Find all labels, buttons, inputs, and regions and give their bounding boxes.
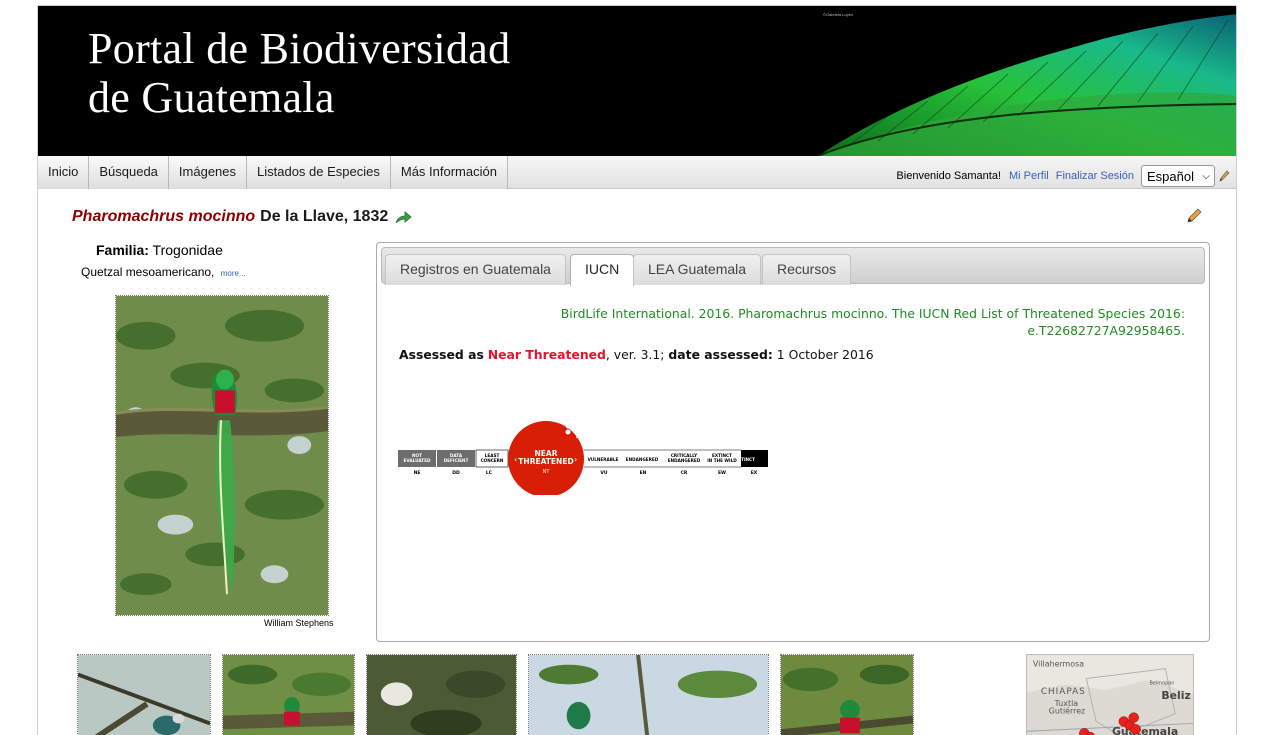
map-label-villahermosa: Villahermosa <box>1033 660 1084 669</box>
parent-taxon-arrow-icon[interactable] <box>394 208 412 226</box>
status-label: Near Threatened <box>487 347 606 362</box>
date-value: 1 October 2016 <box>776 347 874 362</box>
more-vernaculars-link[interactable]: more... <box>221 269 246 278</box>
scale-label-lc-2: CONCERN <box>481 458 504 463</box>
thumbnail-image[interactable] <box>222 654 355 735</box>
iucn-red-list-scale: NOT EVALUATED DATA DEFICIENT EXTINCT LEA… <box>398 421 768 495</box>
iucn-citation[interactable]: BirdLife International. 2016. Pharomachr… <box>485 305 1185 339</box>
scale-code-dd: DD <box>452 470 460 476</box>
species-heading: Pharomachrus mocinno De la Llave, 1832 <box>72 208 412 226</box>
tab-recursos[interactable]: Recursos <box>762 254 852 285</box>
assessment-line: Assessed as Near Threatened, ver. 3.1; d… <box>399 347 874 362</box>
edit-pencil-icon[interactable] <box>1186 208 1202 224</box>
scale-label-dd-2: DEFICIENT <box>444 458 469 463</box>
scale-label-ne-2: EVALUATED <box>404 458 431 463</box>
pencil-icon[interactable] <box>1218 169 1230 183</box>
distribution-map[interactable]: Villahermosa CHIAPAS Tuxtla Gutiérrez Be… <box>1026 654 1194 735</box>
scale-code-ne: NE <box>414 470 421 476</box>
family-name: Trogonidae <box>152 242 223 258</box>
taxon-author: De la Llave, 1832 <box>260 208 389 225</box>
scale-label-nt-2: THREATENED <box>518 457 573 466</box>
nav-listados-de-especies[interactable]: Listados de Especies <box>247 156 391 189</box>
site-title-line1: Portal de Biodiversidad <box>88 24 511 73</box>
scale-label-vu-1: VULNERABLE <box>588 457 619 462</box>
date-label: date assessed: <box>668 347 773 362</box>
nav-mas-informacion[interactable]: Más Información <box>390 156 508 189</box>
map-label-chiapas: CHIAPAS <box>1041 687 1086 697</box>
user-bar: Bienvenido Samanta! Mi Perfil Finalizar … <box>896 165 1230 187</box>
welcome-text: Bienvenido Samanta! <box>896 170 1001 182</box>
nav-busqueda[interactable]: Búsqueda <box>89 156 169 189</box>
citation-line1: BirdLife International. 2016. Pharomachr… <box>560 306 1185 321</box>
tab-bar: Registros en Guatemala IUCN LEA Guatemal… <box>381 247 1205 286</box>
tab-registros-en-guatemala[interactable]: Registros en Guatemala <box>385 254 566 285</box>
scale-code-cr: CR <box>681 470 688 476</box>
scale-left-chevron-icon: ‹ <box>514 455 517 464</box>
my-profile-link[interactable]: Mi Perfil <box>1009 170 1049 182</box>
scale-code-ew: EW <box>718 470 726 476</box>
photo-credit: William Stephens <box>264 618 334 628</box>
citation-line2: e.T22682727A92958465. <box>1027 323 1185 338</box>
nav-imagenes[interactable]: Imágenes <box>168 156 248 189</box>
version-text: , ver. 3.1; <box>605 347 665 362</box>
common-name-line: Quetzal mesoamericano, more... <box>81 265 246 279</box>
assessed-prefix: Assessed as <box>399 347 484 362</box>
scale-label-ex-1: EXTINCT <box>735 457 755 462</box>
map-label-gutierrez: Gutiérrez <box>1049 706 1085 716</box>
scale-label-ew-2: IN THE WILD <box>707 458 737 463</box>
scale-code-nt: NT <box>543 469 551 475</box>
thumbnail-image[interactable] <box>528 654 769 735</box>
language-select[interactable]: Español ⌵ <box>1141 165 1215 187</box>
chevron-down-icon: ⌵ <box>1202 170 1210 182</box>
thumbnail-image[interactable] <box>780 654 914 735</box>
scale-code-vu: VU <box>600 470 607 476</box>
family-line: Familia: Trogonidae <box>96 242 223 258</box>
tab-iucn[interactable]: IUCN <box>570 254 635 286</box>
scale-label-en-1: ENDANGERED <box>626 457 659 462</box>
language-value: Español <box>1147 168 1194 184</box>
scale-right-chevron-icon: › <box>574 455 577 464</box>
map-label-guatemala: Guatemala <box>1112 725 1178 735</box>
scale-label-cr-2: ENDANGERED <box>668 458 701 463</box>
site-title-line2: de Guatemala <box>88 73 335 122</box>
tab-panel: Registros en Guatemala IUCN LEA Guatemal… <box>376 242 1210 642</box>
thumbnail-image[interactable] <box>77 654 211 735</box>
common-name: Quetzal mesoamericano, <box>81 265 215 279</box>
logout-link[interactable]: Finalizar Sesión <box>1056 170 1134 182</box>
map-label-belmopan: Belmopan <box>1150 680 1175 686</box>
tab-lea-guatemala[interactable]: LEA Guatemala <box>633 254 762 285</box>
page-container: Portal de Biodiversidad de Guatemala ©Ga… <box>37 5 1237 735</box>
scale-code-lc: LC <box>486 470 493 476</box>
species-main-photo[interactable] <box>115 295 329 616</box>
thumbnail-image[interactable] <box>366 654 517 735</box>
main-navigation: Inicio Búsqueda Imágenes Listados de Esp… <box>38 156 1236 189</box>
nav-inicio[interactable]: Inicio <box>38 156 90 189</box>
scientific-name: Pharomachrus mocinno <box>72 208 256 225</box>
family-label: Familia: <box>96 242 149 258</box>
site-title[interactable]: Portal de Biodiversidad de Guatemala <box>88 24 510 122</box>
scale-code-ex: EX <box>751 470 758 476</box>
scale-code-en: EN <box>640 470 647 476</box>
site-banner: Portal de Biodiversidad de Guatemala ©Ga… <box>38 6 1236 156</box>
svg-text:LIST: LIST <box>576 435 585 439</box>
map-label-beliz: Beliz <box>1161 689 1190 702</box>
quetzal-feather-image <box>818 14 1236 156</box>
